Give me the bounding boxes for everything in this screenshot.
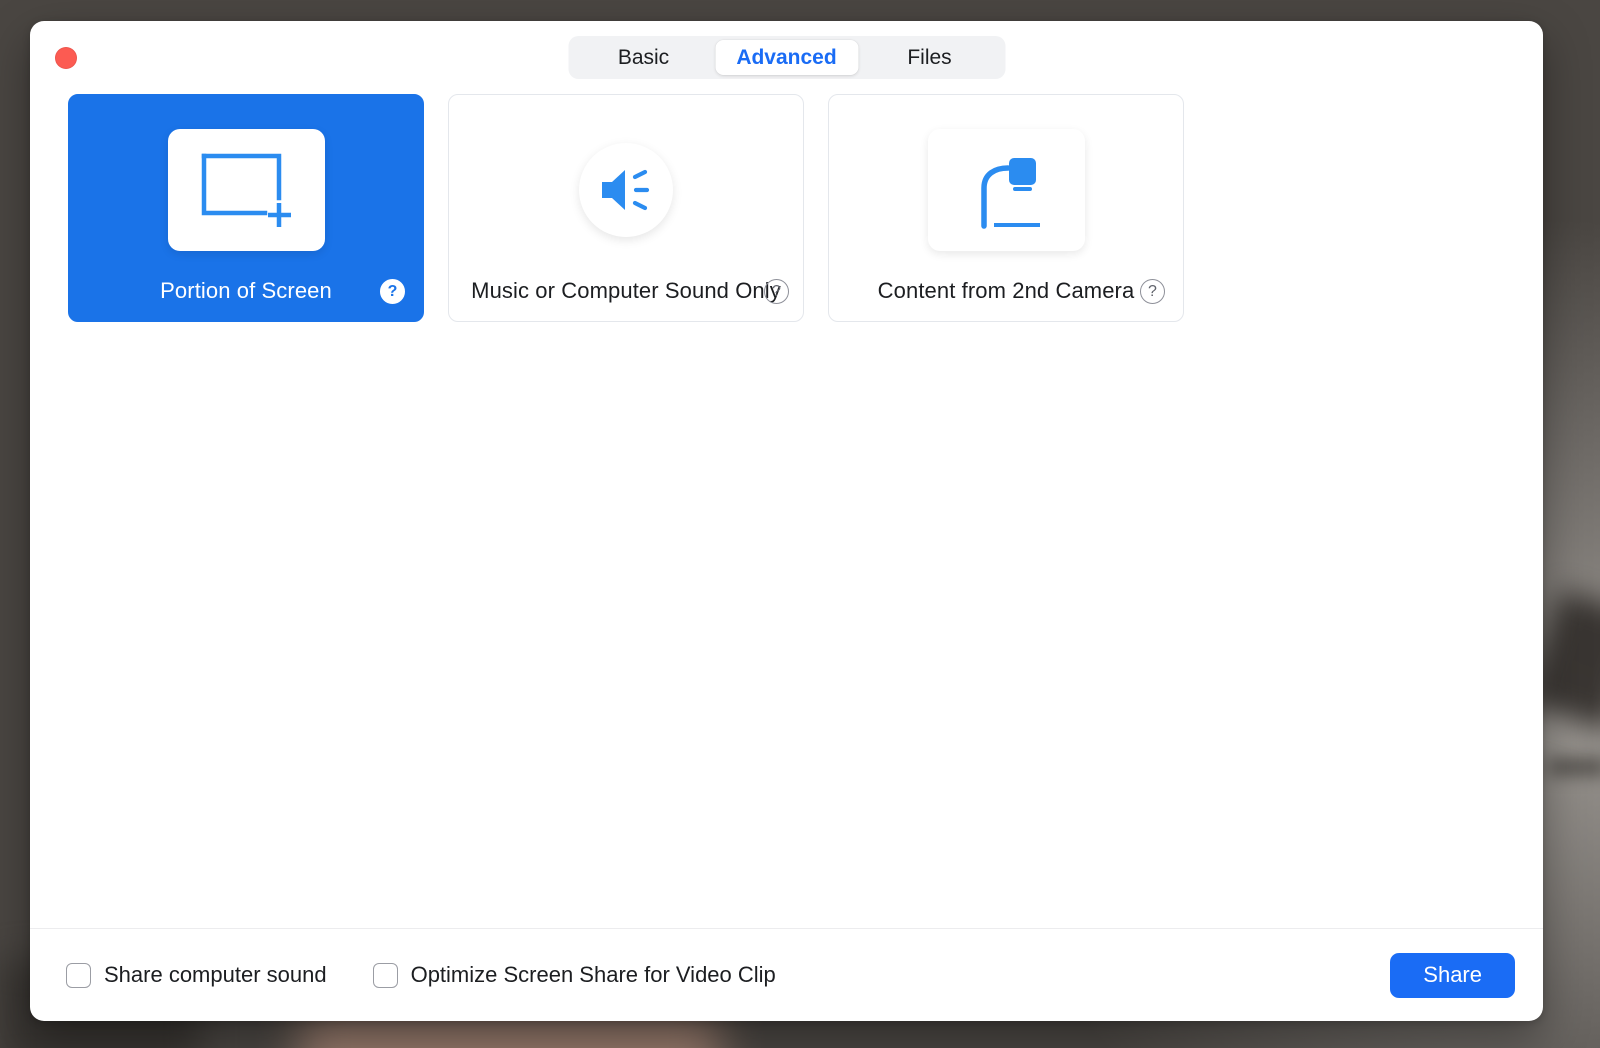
share-source-panel: Portion of Screen ? Music or Computer So… bbox=[30, 94, 1543, 928]
help-icon[interactable]: ? bbox=[380, 279, 405, 304]
share-option-label: Music or Computer Sound Only bbox=[471, 278, 781, 303]
tab-files[interactable]: Files bbox=[858, 40, 1001, 75]
portion-of-screen-glyph bbox=[201, 153, 291, 227]
help-icon[interactable]: ? bbox=[1140, 279, 1165, 304]
speaker-icon bbox=[579, 142, 673, 237]
optimize-video-clip-option[interactable]: Optimize Screen Share for Video Clip bbox=[372, 962, 776, 988]
share-button[interactable]: Share bbox=[1390, 952, 1515, 998]
tab-bar: Basic Advanced Files bbox=[568, 36, 1005, 79]
share-option-music-or-computer-sound[interactable]: Music or Computer Sound Only ? bbox=[448, 94, 804, 322]
share-option-portion-of-screen[interactable]: Portion of Screen ? bbox=[68, 94, 424, 322]
portion-of-screen-icon bbox=[167, 128, 325, 251]
share-computer-sound-checkbox[interactable] bbox=[66, 962, 91, 988]
icon-area bbox=[829, 95, 1183, 278]
share-option-label: Portion of Screen bbox=[160, 278, 332, 303]
share-computer-sound-label: Share computer sound bbox=[104, 962, 327, 987]
share-computer-sound-option[interactable]: Share computer sound bbox=[66, 962, 327, 988]
optimize-video-clip-label: Optimize Screen Share for Video Clip bbox=[410, 962, 776, 987]
icon-area bbox=[69, 95, 423, 278]
optimize-video-clip-checkbox[interactable] bbox=[372, 962, 398, 988]
share-source-list: Portion of Screen ? Music or Computer So… bbox=[68, 94, 1505, 322]
close-icon[interactable] bbox=[55, 47, 77, 69]
tab-advanced[interactable]: Advanced bbox=[715, 40, 858, 75]
tab-basic[interactable]: Basic bbox=[572, 40, 715, 75]
share-option-label: Content from 2nd Camera bbox=[877, 278, 1135, 303]
icon-area bbox=[449, 95, 803, 278]
speaker-glyph bbox=[602, 169, 650, 210]
share-option-content-from-2nd-camera[interactable]: Content from 2nd Camera ? bbox=[828, 94, 1184, 322]
dialog-titlebar: Basic Advanced Files bbox=[30, 21, 1543, 94]
document-camera-icon bbox=[927, 128, 1085, 251]
help-icon[interactable]: ? bbox=[764, 279, 789, 304]
share-screen-dialog: Basic Advanced Files Portion of Screen ?… bbox=[30, 21, 1543, 1021]
dialog-footer: Share computer sound Optimize Screen Sha… bbox=[30, 928, 1543, 1021]
document-camera-glyph bbox=[981, 157, 1040, 229]
backdrop-blur-shape bbox=[1548, 760, 1600, 774]
